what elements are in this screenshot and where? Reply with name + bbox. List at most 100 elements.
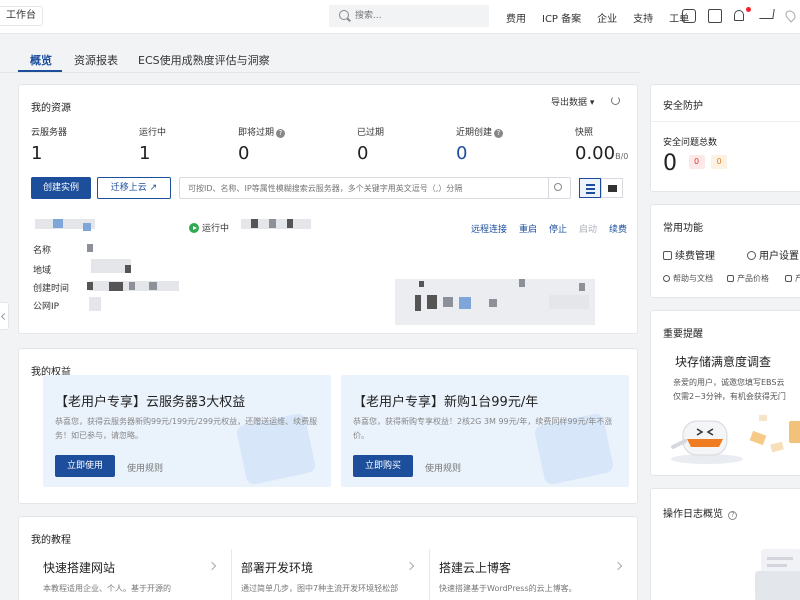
instance-search[interactable] [179, 177, 549, 199]
global-search[interactable] [329, 5, 489, 27]
functions-card: 常用功能 续费管理 用户设置 帮助与文档 产品价格 产 [650, 204, 800, 298]
field-label-region: 地域 [33, 266, 52, 276]
created-time-redacted [87, 282, 93, 290]
start-action: 启动 [579, 225, 598, 235]
search-icon [554, 183, 562, 191]
remote-connect-action[interactable]: 远程连接 [471, 222, 507, 235]
help-icon [663, 275, 670, 282]
instance-name-redacted [87, 244, 93, 252]
security-subtitle: 安全问题总数 [663, 138, 718, 148]
usage-rules-link[interactable]: 使用规则 [425, 461, 461, 474]
top-nav: 费用 ICP 备案 企业 支持 工单 [506, 0, 705, 34]
tutorials-card: 我的教程 快速搭建网站 本教程适用企业、个人。基于开源的 部署开发环境 通过简单… [18, 516, 638, 600]
pricing-link[interactable]: 产品价格 [727, 273, 769, 284]
security-total-value: 0 [663, 151, 677, 176]
instance-search-input[interactable] [188, 181, 544, 195]
stat-value: 0 [456, 143, 468, 164]
resources-card: 我的资源 导出数据 ▾ 云服务器 1 运行中 1 即将过期? 0 已过期 0 近… [18, 84, 638, 334]
renew-management-link[interactable]: 续费管理 [663, 247, 715, 262]
tutorial-desc: 通过简单几步，图中7种主流开发环境轻松部 [241, 584, 399, 593]
empty-log-illustration [755, 549, 800, 600]
stat-value: 1 [31, 143, 43, 164]
user-settings-link[interactable]: 用户设置 [747, 247, 799, 262]
tab-ecs-maturity[interactable]: ECS使用成熟度评估与洞察 [138, 52, 270, 68]
field-label-created: 创建时间 [33, 284, 70, 294]
cart-icon [663, 251, 672, 260]
tutorial-build-website[interactable]: 快速搭建网站 [43, 559, 115, 576]
help-icon[interactable]: ? [494, 129, 504, 138]
list-view-toggle[interactable] [579, 178, 601, 198]
field-label-name: 名称 [33, 246, 52, 256]
notification-dot [746, 7, 751, 12]
tab-resource-report[interactable]: 资源报表 [74, 52, 118, 68]
nav-enterprise[interactable]: 企业 [597, 10, 617, 25]
security-title: 安全防护 [663, 101, 703, 112]
region-redacted [125, 265, 131, 273]
refresh-icon[interactable] [611, 96, 620, 105]
stat-label: 即将过期? [238, 125, 286, 138]
location-icon[interactable] [783, 8, 800, 23]
usage-rules-link[interactable]: 使用规则 [127, 461, 163, 474]
card-view-toggle[interactable] [601, 178, 623, 198]
global-search-input[interactable] [355, 8, 475, 24]
migrate-button[interactable]: 迁移上云 ↗ [97, 177, 171, 199]
stat-value: 1 [139, 143, 151, 164]
tutorial-blog[interactable]: 搭建云上博客 [439, 559, 511, 576]
stat-value: 0 [357, 143, 369, 164]
search-icon [339, 10, 349, 20]
gear-icon [747, 251, 756, 260]
nav-icp[interactable]: ICP 备案 [542, 10, 581, 25]
cart-icon[interactable] [759, 9, 775, 19]
notice-card: 重要提醒 块存储满意度调查 亲爱的用户，诚邀您填写EBS云 仅需2~3分钟，有机… [650, 310, 800, 476]
stat-label: 近期创建? [456, 125, 504, 138]
stat-label: 运行中 [139, 128, 167, 138]
survey-mascot-illustration [671, 415, 800, 464]
stat-label: 快照 [575, 128, 594, 138]
product-icon [785, 275, 792, 282]
benefits-card: 我的权益 【老用户专享】云服务器3大权益 恭喜您，获得云服务器新购99元/199… [18, 348, 638, 504]
benefit-desc: 恭喜您，获得云服务器新购99元/199元/299元权益，还赠送运维、续费服务！如… [55, 417, 318, 440]
oplog-card: 操作日志概览 ? [650, 488, 800, 600]
create-instance-button[interactable]: 创建实例 [31, 177, 91, 199]
use-now-button[interactable]: 立即使用 [55, 455, 115, 477]
stat-unit: B/0 [615, 152, 629, 161]
workspace-button[interactable]: 工作台 [0, 6, 43, 26]
instance-search-button[interactable] [547, 177, 571, 199]
oplog-title: 操作日志概览 ? [663, 505, 738, 520]
bell-icon[interactable] [734, 7, 751, 23]
help-icon[interactable]: ? [728, 511, 738, 520]
public-ip-redacted [89, 297, 101, 311]
terminal-icon[interactable] [682, 9, 696, 23]
security-total[interactable]: 0 0 0 [663, 151, 730, 176]
image-icon[interactable] [708, 9, 722, 23]
nav-billing[interactable]: 费用 [506, 10, 526, 25]
tab-overview[interactable]: 概览 [30, 52, 52, 68]
instance-status: 运行中 [189, 221, 229, 234]
chevron-right-icon[interactable] [613, 561, 623, 571]
stat-value: 0.00B/0 [575, 143, 629, 164]
top-bar: 工作台 费用 ICP 备案 企业 支持 工单 [0, 0, 800, 34]
security-card: 安全防护 安全问题总数 0 0 0 [650, 84, 800, 192]
export-data-button[interactable]: 导出数据 ▾ [551, 95, 594, 108]
benefit-title: 【老用户专享】云服务器3大权益 [55, 395, 246, 410]
tutorial-desc: 快速搭建基于WordPress的云上博客。 [439, 584, 577, 593]
tutorial-dev-env[interactable]: 部署开发环境 [241, 559, 313, 576]
benefit-card-ecs: 【老用户专享】云服务器3大权益 恭喜您，获得云服务器新购99元/199元/299… [43, 375, 331, 487]
resources-title: 我的资源 [31, 103, 71, 114]
stat-label: 已过期 [357, 128, 385, 138]
chevron-right-icon[interactable] [405, 561, 415, 571]
restart-action[interactable]: 重启 [519, 222, 537, 235]
field-label-public-ip: 公网IP [33, 302, 60, 312]
notice-line: 仅需2~3分钟，有机会获得无门 [673, 392, 786, 401]
sidebar-collapse-handle[interactable] [0, 302, 9, 330]
help-icon[interactable]: ? [276, 129, 286, 138]
chevron-right-icon[interactable] [207, 561, 217, 571]
renew-action[interactable]: 续费 [609, 222, 627, 235]
buy-now-button[interactable]: 立即购买 [353, 455, 413, 477]
notice-headline[interactable]: 块存储满意度调查 [675, 353, 771, 370]
stop-action[interactable]: 停止 [549, 222, 567, 235]
help-docs-link[interactable]: 帮助与文档 [663, 273, 713, 284]
product-link[interactable]: 产 [785, 273, 800, 284]
tutorial-desc: 本教程适用企业、个人。基于开源的 [43, 584, 171, 593]
nav-support[interactable]: 支持 [633, 10, 653, 25]
